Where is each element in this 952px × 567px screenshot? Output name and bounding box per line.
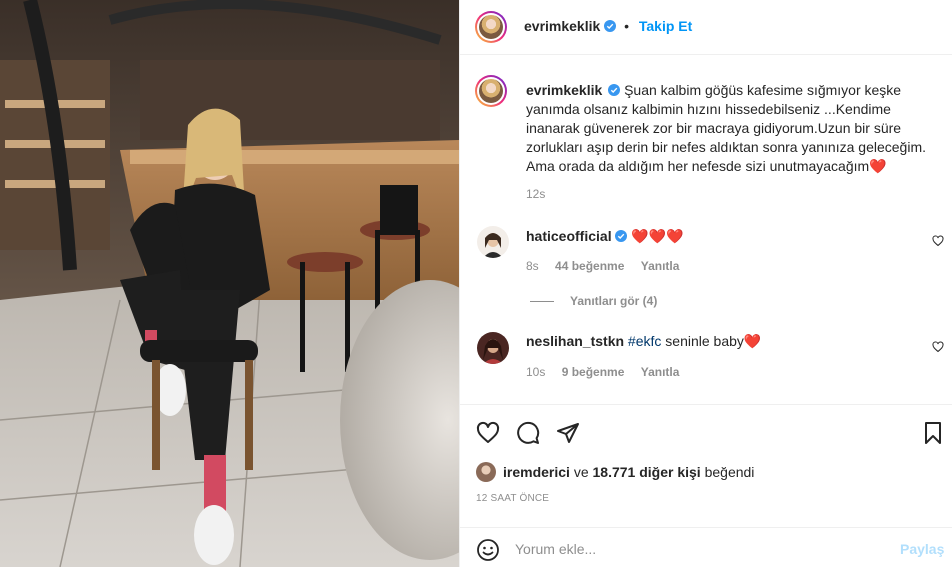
comment-avatar[interactable] [477, 332, 509, 364]
comment-avatar[interactable] [477, 226, 509, 258]
likes-connector: ve [569, 464, 593, 480]
comments-section[interactable]: evrimkeklik Şuan kalbim göğüs kafesime s… [460, 56, 952, 404]
liker-username[interactable]: iremderici [503, 464, 570, 480]
comment-text: neslihan_tstkn #ekfc seninle baby❤️ [526, 332, 761, 350]
likes-summary: iremderici ve 18.771 diğer kişi beğendi [476, 460, 946, 484]
post-photo[interactable] [0, 0, 459, 567]
reply-button[interactable]: Yanıtla [641, 365, 680, 379]
emoji-smiley-icon[interactable] [476, 538, 500, 562]
post-timestamp[interactable]: 12 SAAT ÖNCE [476, 493, 549, 504]
comment-bubble-icon[interactable] [516, 421, 540, 445]
comment-username[interactable]: haticeofficial [526, 228, 612, 244]
share-paper-plane-icon[interactable] [556, 421, 580, 445]
post-caption: evrimkeklik Şuan kalbim göğüs kafesime s… [526, 81, 941, 176]
caption-heart: ❤️ [869, 158, 887, 174]
comment-likes[interactable]: 44 beğenme [555, 259, 624, 273]
comment-hashtag[interactable]: #ekfc [628, 333, 661, 349]
save-bookmark-icon[interactable] [921, 421, 945, 445]
add-comment-bar: Paylaş [460, 527, 952, 567]
separator-dot: • [624, 18, 629, 34]
replies-line [530, 301, 554, 303]
likes-suffix: beğendi [700, 464, 755, 480]
follow-button[interactable]: Takip Et [639, 18, 692, 34]
author-avatar[interactable] [475, 11, 507, 43]
comment-likes[interactable]: 9 beğenme [562, 365, 625, 379]
author-username[interactable]: evrimkeklik [524, 18, 600, 34]
comment-heart: ❤️ [743, 333, 762, 349]
comment-username[interactable]: neslihan_tstkn [526, 333, 624, 349]
likes-count-button[interactable]: 18.771 diğer kişi [593, 464, 701, 480]
view-replies-label: Yanıtları gör (4) [570, 294, 658, 308]
reply-button[interactable]: Yanıtla [641, 259, 680, 273]
comment-input[interactable] [515, 534, 895, 564]
verified-badge-icon [604, 20, 617, 32]
caption-time[interactable]: 12s [526, 187, 545, 201]
post-header: evrimkeklik • Takip Et [460, 0, 952, 55]
action-bar [460, 404, 952, 460]
post-photo-image [0, 0, 459, 567]
comment-body: ❤️❤️❤️ [631, 228, 684, 244]
liker-avatar[interactable] [476, 462, 496, 482]
comment-like-heart-icon[interactable] [932, 341, 944, 353]
caption-username[interactable]: evrimkeklik [526, 82, 602, 98]
post-detail-panel: evrimkeklik • Takip Et evrimkeklik Şuan … [459, 0, 952, 567]
comment-meta: 8s 44 beğenme Yanıtla [526, 259, 692, 273]
post-comment-button[interactable]: Paylaş [900, 541, 944, 557]
verified-badge-icon [615, 230, 628, 242]
comment-body: seninle baby [661, 333, 744, 349]
caption-avatar[interactable] [475, 75, 507, 107]
comment-like-heart-icon[interactable] [932, 235, 944, 247]
verified-badge-icon [608, 84, 621, 96]
comment-meta: 10s 9 beğenme Yanıtla [526, 365, 692, 379]
view-replies-button[interactable]: Yanıtları gör (4) [530, 294, 657, 308]
comment-time[interactable]: 8s [526, 259, 539, 273]
comment-text: haticeofficial ❤️❤️❤️ [526, 227, 684, 245]
comment-time[interactable]: 10s [526, 365, 545, 379]
like-heart-icon[interactable] [476, 421, 500, 445]
